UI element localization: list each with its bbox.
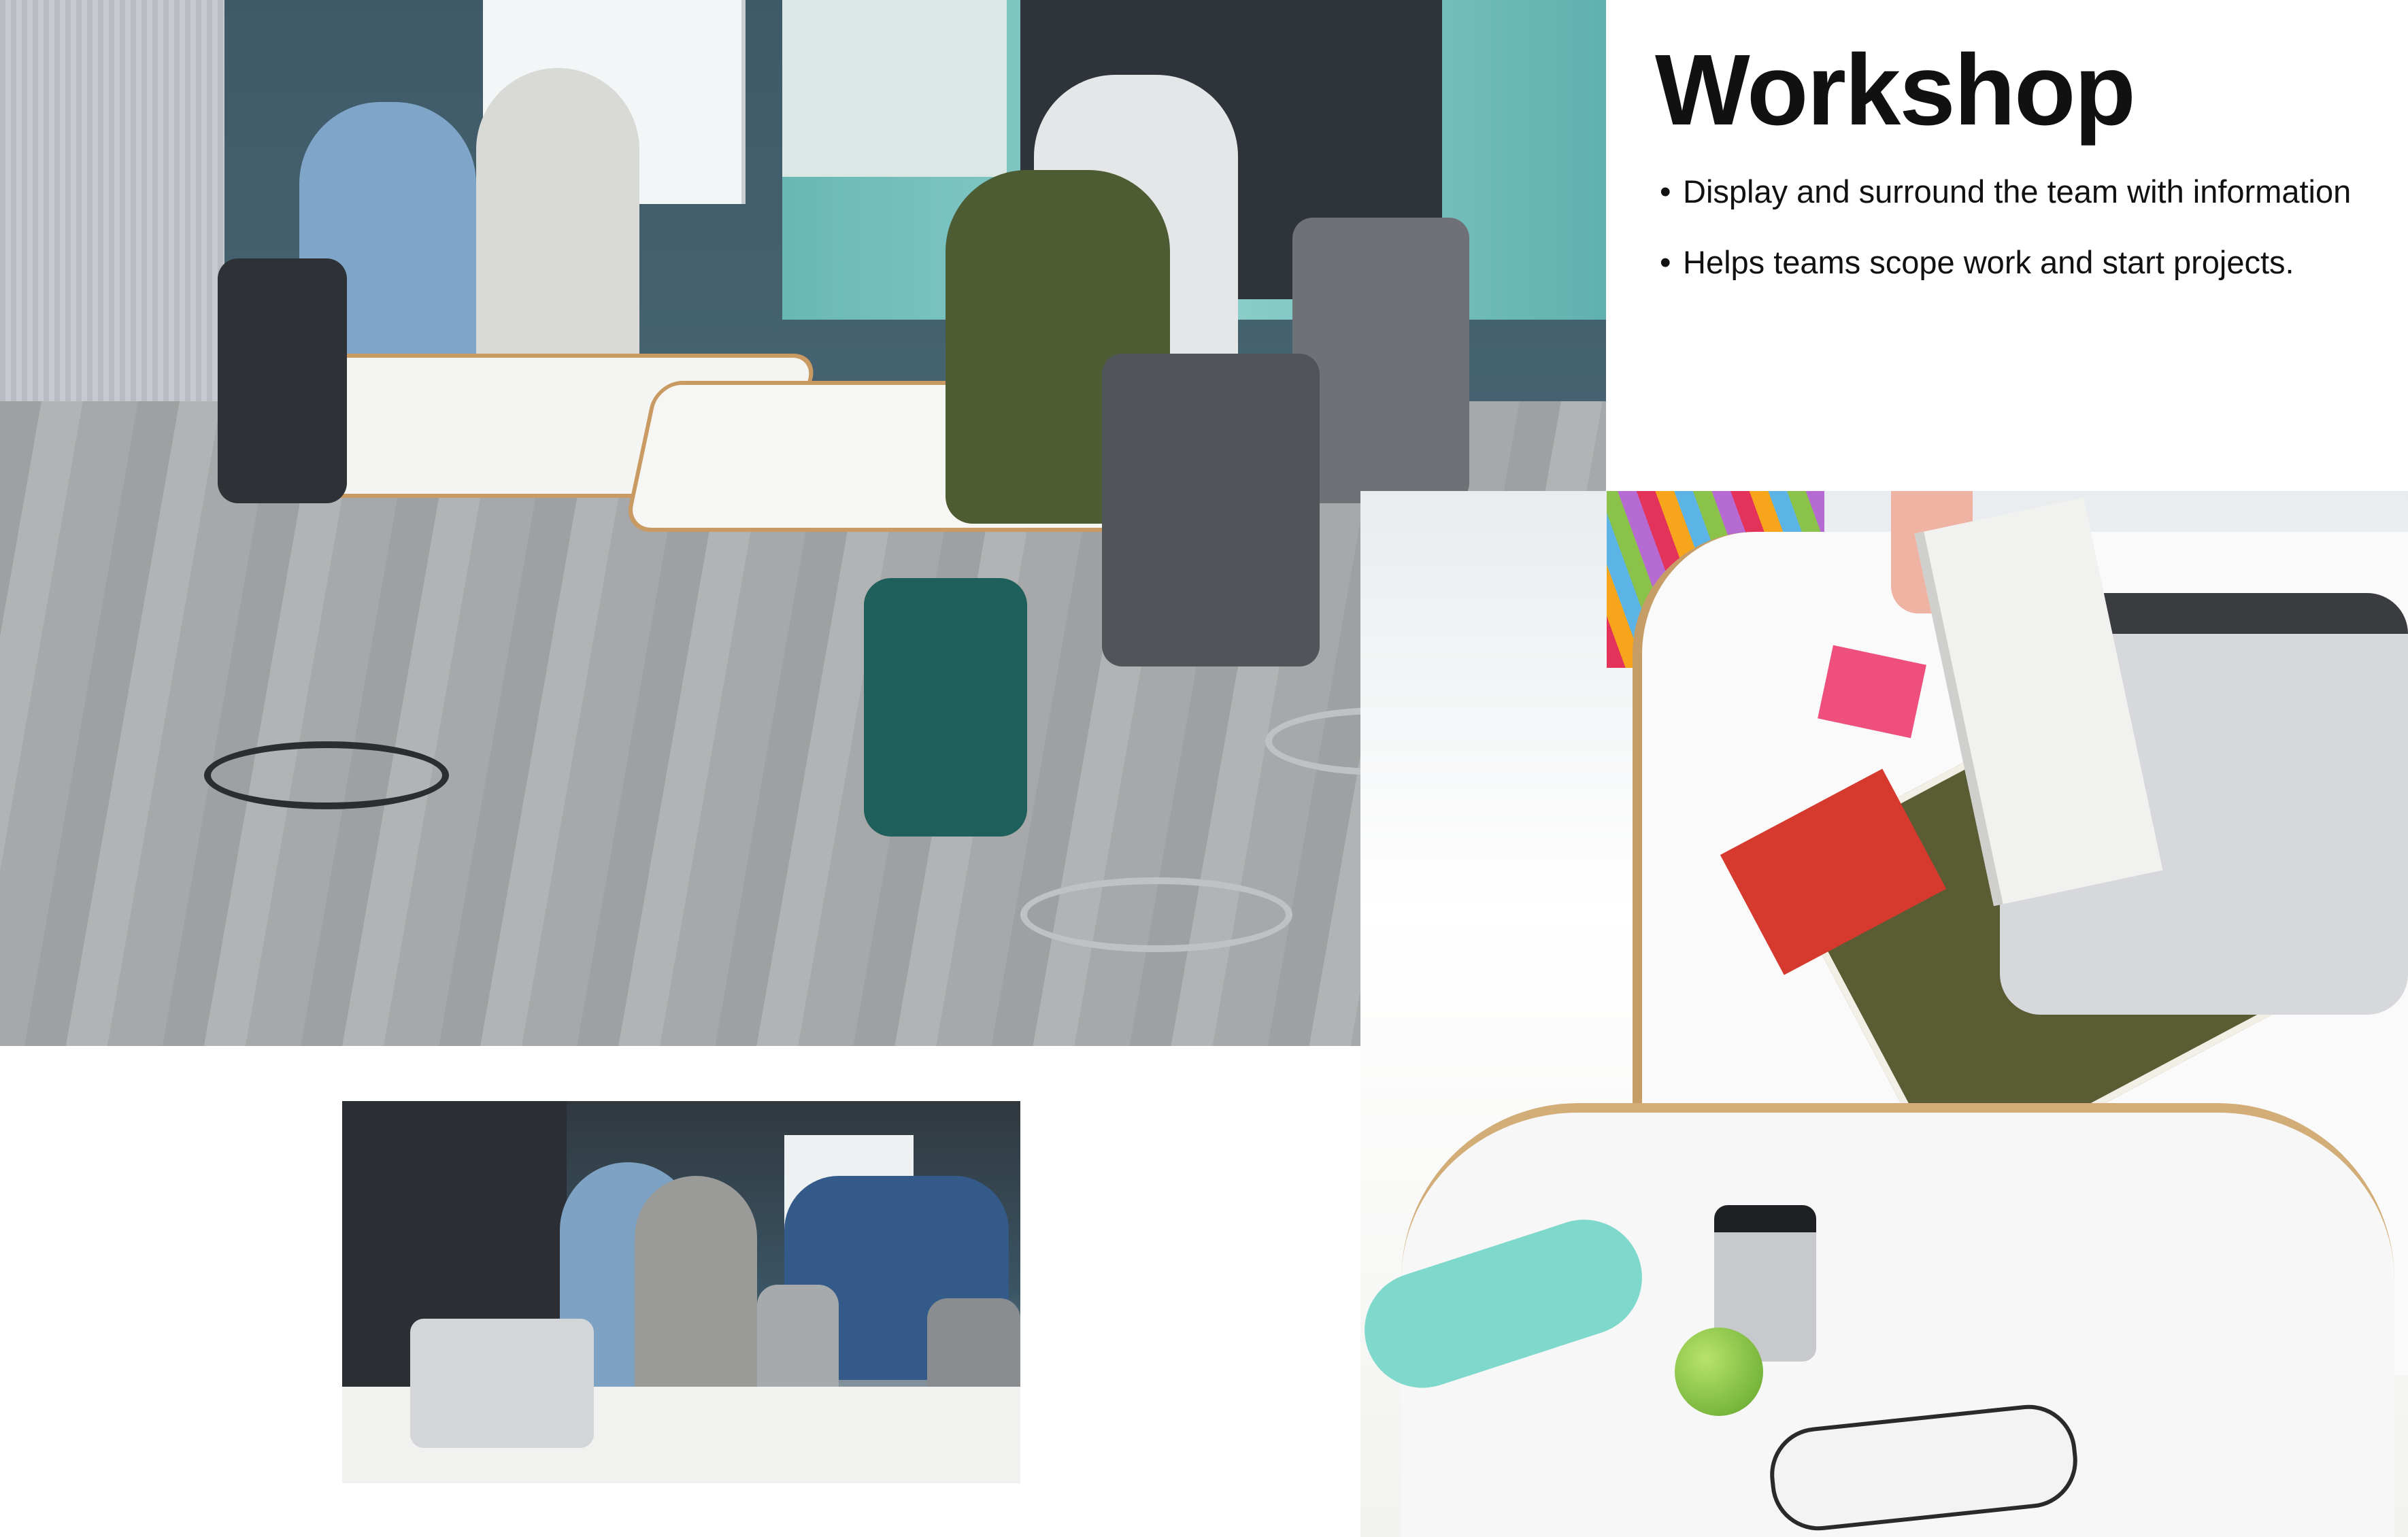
- feature-bullet: Display and surround the team with infor…: [1660, 171, 2367, 212]
- task-chair: [218, 258, 347, 503]
- backpack: [864, 578, 1027, 837]
- desk-detail-photo: [1360, 491, 2408, 1537]
- apple: [1675, 1328, 1763, 1416]
- team-overview-photo: [342, 1101, 1020, 1483]
- feature-list: Display and surround the team with infor…: [1660, 171, 2367, 313]
- feature-bullet: Helps teams scope work and start project…: [1660, 242, 2367, 283]
- task-chair: [1102, 354, 1320, 666]
- felt-caddy: [410, 1319, 594, 1448]
- page-title: Workshop: [1655, 34, 2136, 146]
